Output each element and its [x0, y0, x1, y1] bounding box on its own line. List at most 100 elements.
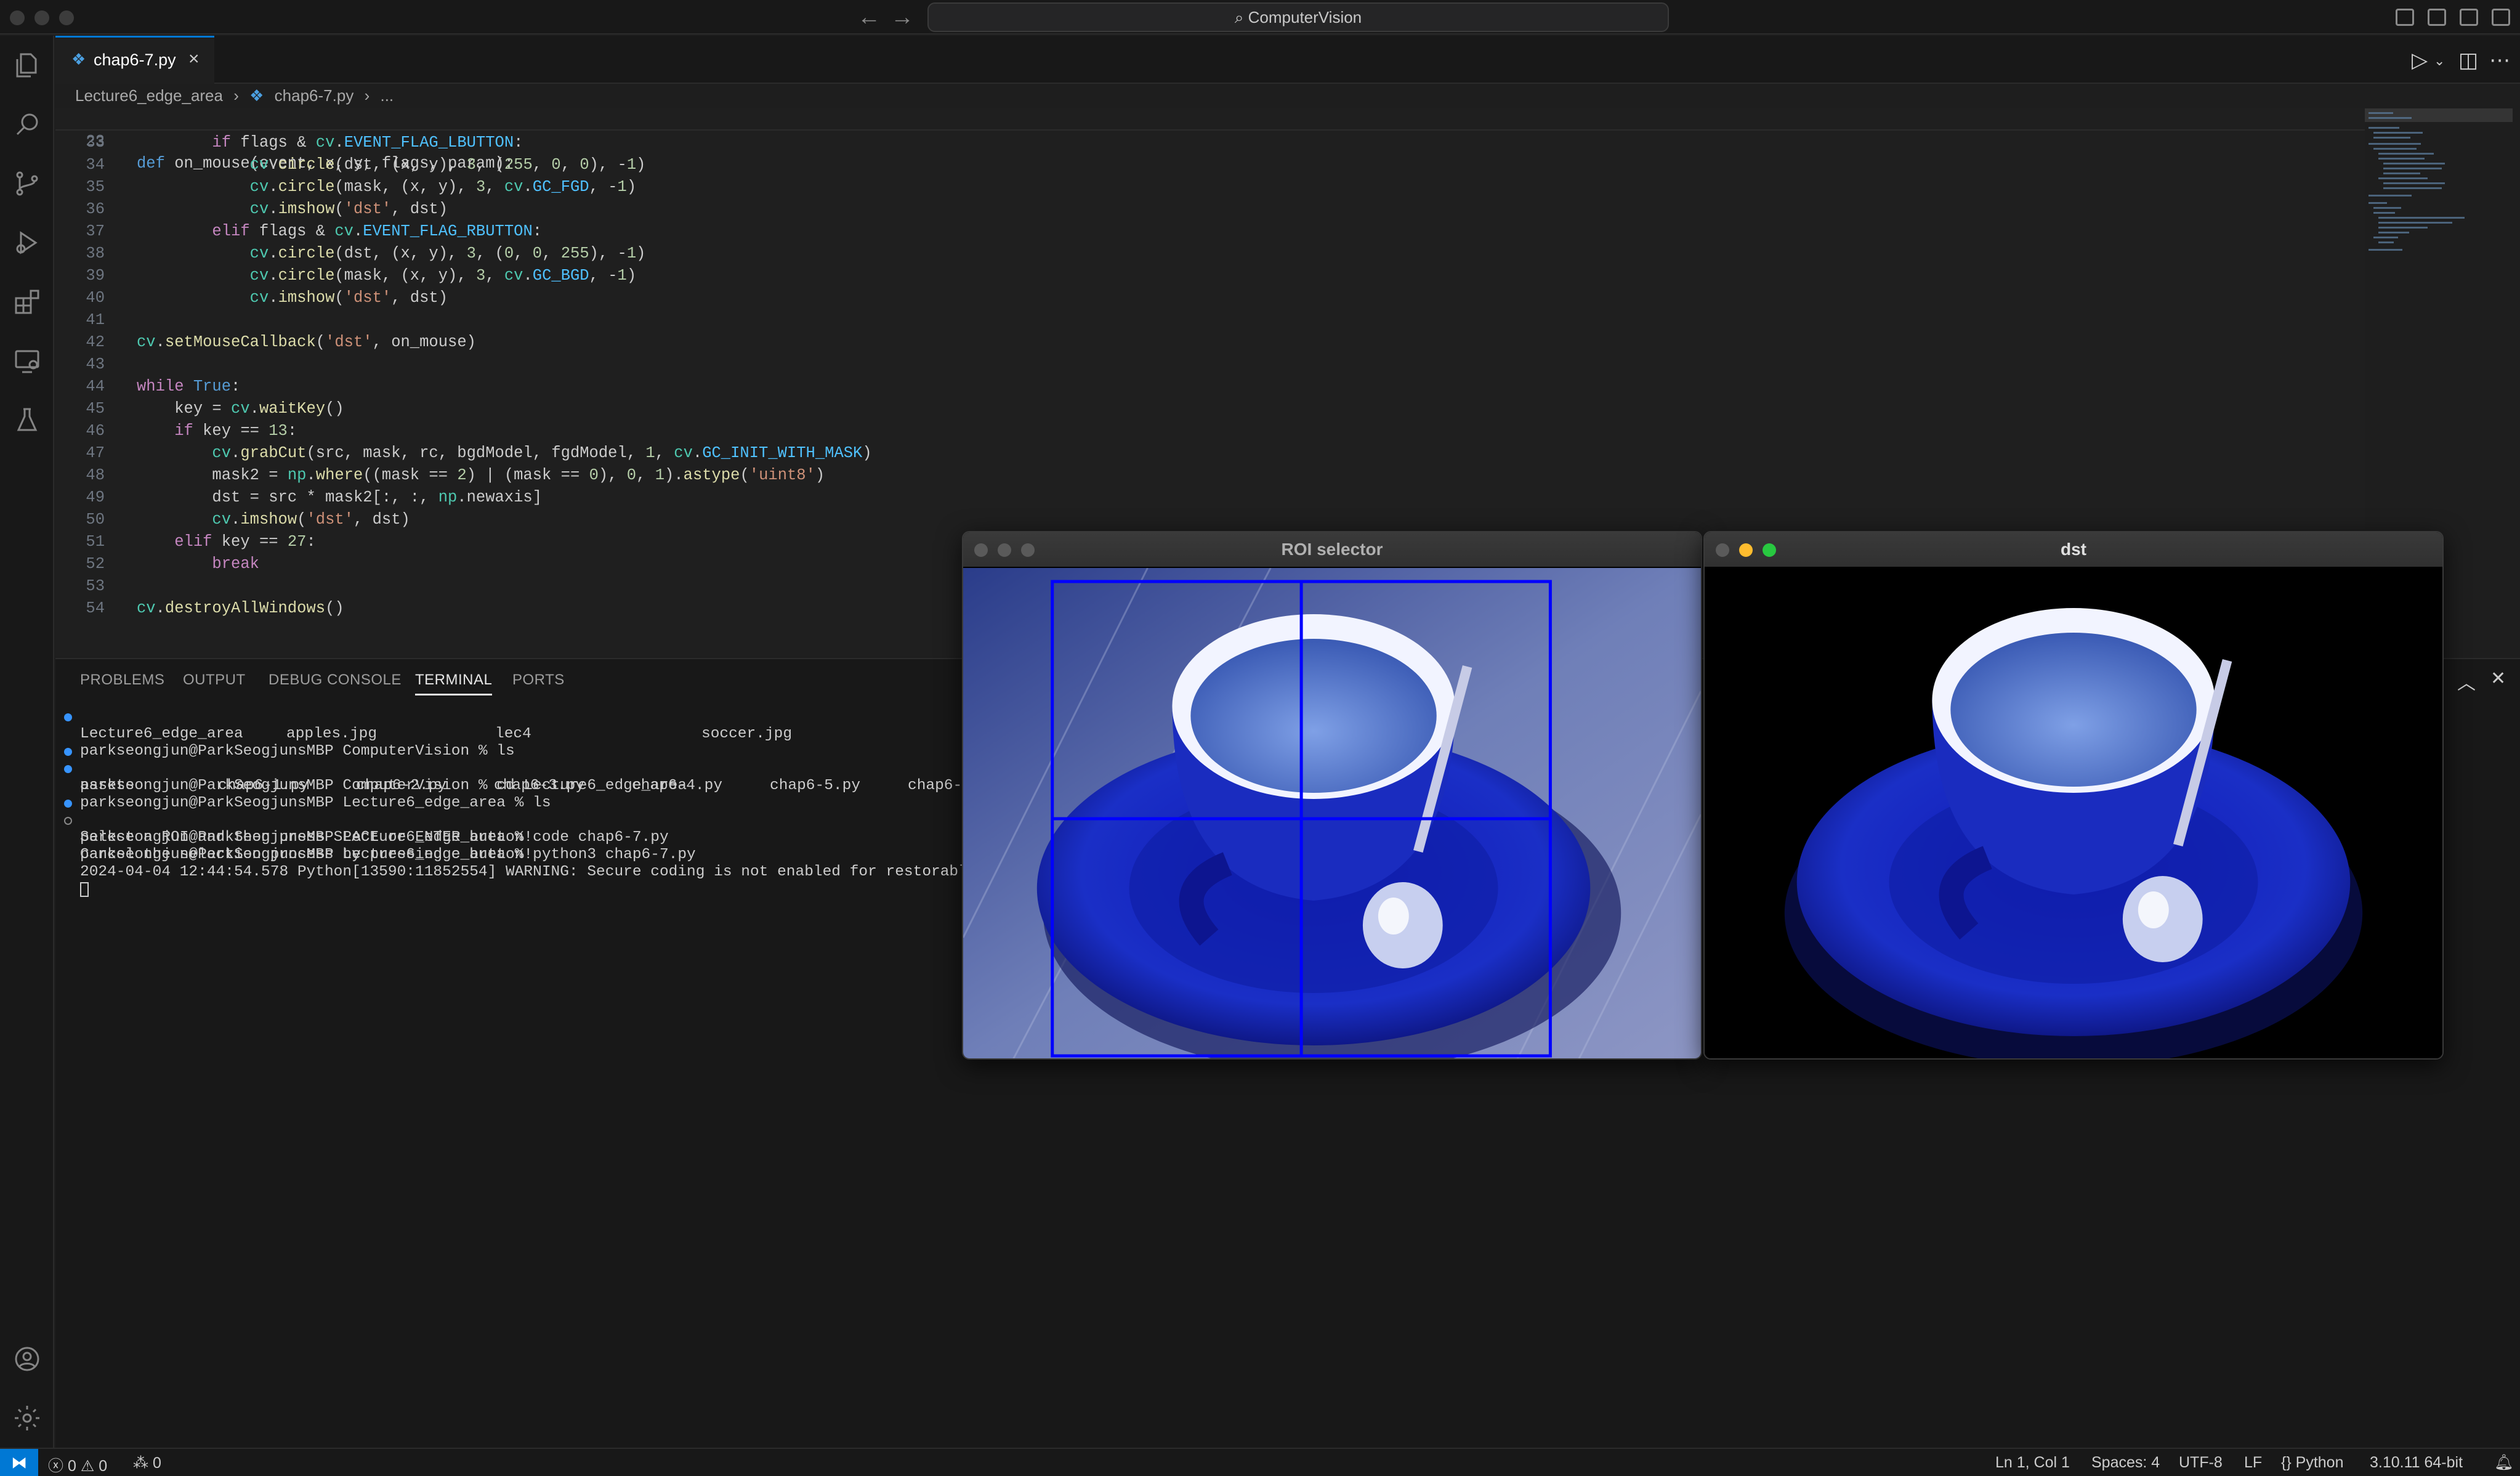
command-success-dot[interactable]: [64, 765, 72, 773]
run-debug-icon[interactable]: [12, 228, 42, 257]
tab-chap6-7[interactable]: ❖ chap6-7.py ×: [55, 36, 214, 84]
account-icon[interactable]: [12, 1344, 42, 1374]
line-number: 54: [86, 599, 105, 617]
search-icon[interactable]: [12, 110, 42, 139]
terminal-output: Cancel the selection process by pressing…: [80, 846, 533, 863]
chevron-down-icon[interactable]: ⌄: [2434, 53, 2445, 69]
window-title: ROI selector: [1281, 540, 1383, 559]
terminal-ls-output: Lecture6_edge_area apples.jpg lec4 socce…: [55, 726, 991, 743]
testing-icon[interactable]: [12, 405, 42, 435]
code-line: cv.circle(mask, (x, y), 3, cv.GC_FGD, -1…: [249, 178, 637, 196]
breadcrumb-file[interactable]: chap6-7.py: [275, 86, 354, 105]
line-number: 35: [86, 178, 105, 196]
line-number: 37: [86, 222, 105, 240]
sticky-scroll-line[interactable]: 23 def on_mouse(event, x, y, flags, para…: [55, 108, 2365, 172]
ls-entry: assets: [80, 777, 135, 794]
tab-ports[interactable]: PORTS: [512, 671, 565, 689]
window-close-dot[interactable]: [974, 543, 988, 557]
command-success-dot[interactable]: [64, 713, 72, 721]
window-maximize-dot[interactable]: [59, 10, 74, 25]
remote-indicator-icon[interactable]: ⧓: [0, 1449, 38, 1476]
tab-terminal[interactable]: TERMINAL: [415, 671, 493, 695]
tab-debug-console[interactable]: DEBUG CONSOLE: [269, 671, 402, 689]
window-title-bar[interactable]: ROI selector: [963, 532, 1701, 567]
command-running-dot[interactable]: [64, 817, 72, 825]
roi-image-canvas[interactable]: [963, 568, 1701, 1058]
notifications-bell-icon[interactable]: 🔔︎: [2494, 1454, 2514, 1472]
breadcrumb-more[interactable]: ...: [380, 86, 394, 105]
line-number: 51: [86, 533, 105, 551]
line-number: 36: [86, 200, 105, 218]
python-file-icon: ❖: [249, 86, 264, 105]
search-icon: ⌕: [1234, 8, 1244, 26]
line-number: 49: [86, 489, 105, 506]
code-line: break: [212, 555, 259, 573]
code-line: key = cv.waitKey(): [137, 400, 344, 418]
error-icon: ⓧ: [48, 1458, 64, 1475]
close-panel-icon[interactable]: ✕: [2490, 668, 2506, 689]
command-success-dot[interactable]: [64, 800, 72, 808]
ports-count: 0: [152, 1454, 161, 1472]
activity-bar: [0, 36, 54, 1448]
window-close-dot[interactable]: [1716, 543, 1729, 557]
toggle-primary-sidebar-icon[interactable]: [2396, 9, 2414, 26]
remote-explorer-icon[interactable]: [12, 346, 42, 376]
window-close-dot[interactable]: [10, 10, 25, 25]
more-actions-icon[interactable]: ⋯: [2489, 48, 2510, 73]
window-maximize-dot[interactable]: [1021, 543, 1035, 557]
minimap-content: [2369, 112, 2465, 251]
minimap[interactable]: [2365, 108, 2513, 262]
ls-entry: chap6-1.py: [218, 777, 309, 794]
window-title: dst: [2061, 540, 2086, 559]
code-line: if key == 13:: [174, 422, 297, 440]
language-label: Python: [2295, 1454, 2344, 1471]
close-icon[interactable]: ×: [188, 49, 200, 70]
terminal-line: parkseongjun@ParkSeogjunsMBP ComputerVis…: [80, 743, 515, 760]
dst-image-canvas[interactable]: [1705, 568, 2442, 1058]
command-success-dot[interactable]: [64, 748, 72, 756]
command-center-label: ComputerVision: [1248, 8, 1362, 26]
settings-gear-icon[interactable]: [12, 1403, 42, 1433]
ls-entry: apples.jpg: [286, 726, 378, 742]
terminal-ls-output: assets chap6-1.py chap6-2.py chap6-3.py …: [55, 777, 991, 795]
braces-icon: {}: [2281, 1454, 2292, 1471]
breadcrumb: Lecture6_edge_area › ❖ chap6-7.py › ...: [75, 86, 400, 108]
ls-entry: chap6-4.py: [632, 777, 723, 794]
split-editor-icon[interactable]: ◫: [2458, 48, 2478, 73]
window-minimize-dot[interactable]: [1739, 543, 1753, 557]
code-line: cv.imshow('dst', dst): [249, 200, 448, 218]
indentation-status[interactable]: Spaces: 4: [2091, 1454, 2160, 1472]
window-maximize-dot[interactable]: [1763, 543, 1776, 557]
toggle-panel-icon[interactable]: [2428, 9, 2446, 26]
arrow-left-icon[interactable]: ←: [857, 5, 881, 30]
ls-entry: soccer.jpg: [701, 726, 793, 742]
tab-problems[interactable]: PROBLEMS: [80, 671, 164, 689]
language-mode[interactable]: {} Python: [2281, 1454, 2344, 1472]
title-bar: ← → ⌕ ComputerVision: [0, 0, 2520, 34]
line-number: 33: [86, 134, 105, 152]
window-minimize-dot[interactable]: [34, 10, 49, 25]
dst-window[interactable]: dst: [1703, 531, 2444, 1060]
line-number: 53: [86, 577, 105, 595]
terminal-cursor: [80, 882, 89, 897]
extensions-icon[interactable]: [12, 287, 42, 317]
explorer-icon[interactable]: [12, 51, 42, 80]
eol-status[interactable]: LF: [2244, 1454, 2262, 1472]
maximize-panel-icon[interactable]: ︿: [2457, 668, 2476, 695]
cursor-position[interactable]: Ln 1, Col 1: [1995, 1454, 2070, 1472]
breadcrumb-folder[interactable]: Lecture6_edge_area: [75, 86, 223, 105]
command-center-search[interactable]: ⌕ ComputerVision: [927, 2, 1669, 32]
problems-status[interactable]: ⓧ 0 ⚠ 0: [48, 1454, 107, 1476]
source-control-icon[interactable]: [12, 169, 42, 198]
encoding-status[interactable]: UTF-8: [2179, 1454, 2223, 1472]
python-interpreter[interactable]: 3.10.11 64-bit: [2370, 1454, 2463, 1472]
tab-output[interactable]: OUTPUT: [183, 671, 246, 689]
arrow-right-icon[interactable]: →: [890, 5, 914, 30]
roi-selector-window[interactable]: ROI selector: [962, 531, 1702, 1060]
window-title-bar[interactable]: dst: [1705, 532, 2442, 567]
run-python-file-icon[interactable]: ▷: [2412, 48, 2428, 73]
window-minimize-dot[interactable]: [998, 543, 1011, 557]
customize-layout-icon[interactable]: [2492, 9, 2510, 26]
ports-status[interactable]: ⁂ 0: [133, 1454, 161, 1472]
toggle-secondary-sidebar-icon[interactable]: [2460, 9, 2478, 26]
